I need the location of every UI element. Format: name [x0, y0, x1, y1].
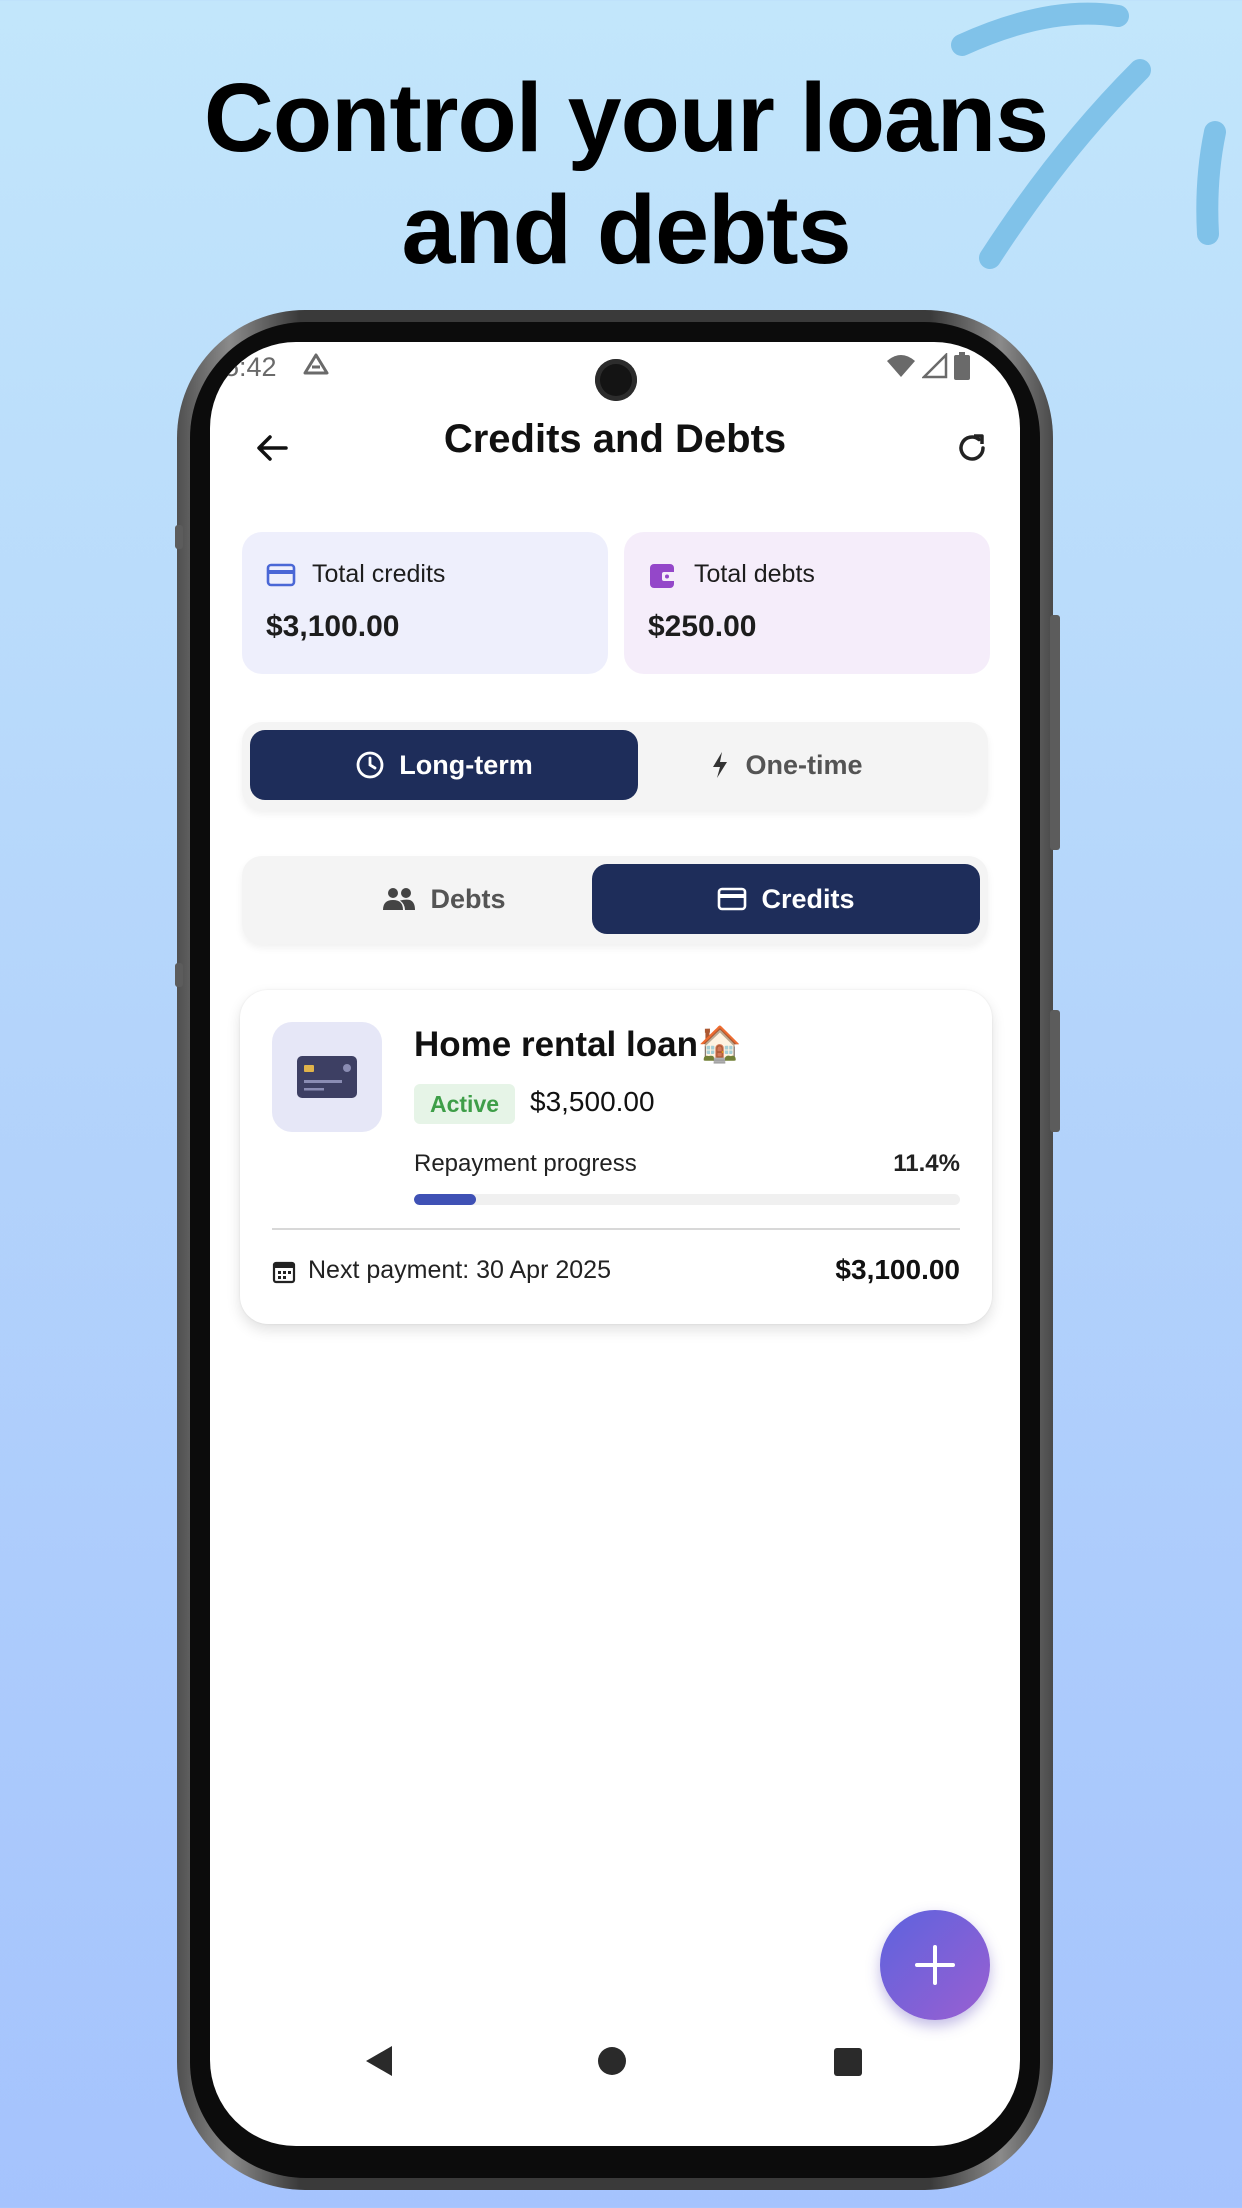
status-badge: Active — [414, 1084, 516, 1124]
term-toggle: Long-term One-time — [242, 722, 988, 810]
side-button-left-1 — [175, 525, 183, 549]
card-divider — [272, 1228, 960, 1230]
tab-one-time-label: One-time — [745, 749, 863, 780]
refresh-icon — [959, 434, 985, 461]
nav-home-icon[interactable] — [598, 2047, 626, 2075]
total-debts-value: $250.00 — [648, 610, 757, 643]
signal-icon — [922, 353, 948, 379]
tab-debts[interactable]: Debts — [250, 864, 638, 934]
wallet-icon — [650, 564, 676, 588]
credit-card-icon — [718, 887, 747, 911]
side-button-left-2 — [175, 963, 183, 987]
clock-icon — [356, 751, 384, 779]
tab-credits[interactable]: Credits — [592, 864, 980, 934]
refresh-button[interactable] — [946, 422, 998, 474]
loan-title: Home rental loan🏠 — [414, 1025, 742, 1064]
next-payment-amount: $3,100.00 — [835, 1254, 960, 1285]
lightning-icon — [713, 752, 728, 778]
headline-line2: and debts — [401, 175, 851, 284]
side-button-power — [1050, 615, 1060, 850]
drive-icon — [302, 352, 330, 383]
tab-credits-label: Credits — [761, 883, 855, 914]
next-payment-label: Next payment: 30 Apr 2025 — [308, 1256, 611, 1284]
total-credits-label: Total credits — [312, 560, 446, 588]
system-nav-bar — [210, 1996, 1020, 2146]
status-time: 5:42 — [224, 352, 277, 382]
total-debts-label: Total debts — [694, 560, 815, 588]
tab-debts-label: Debts — [430, 883, 506, 914]
app-screen: 5:42 Credits and Debts Total credits $3,… — [210, 342, 1020, 2146]
progress-percent: 11.4% — [893, 1150, 960, 1177]
tab-long-term[interactable]: Long-term — [250, 730, 638, 800]
battery-icon — [954, 352, 970, 380]
people-icon — [383, 888, 416, 910]
total-credits-card: Total credits $3,100.00 — [242, 532, 608, 674]
front-camera — [595, 359, 637, 401]
wifi-icon — [887, 355, 915, 377]
loan-card[interactable]: Home rental loan🏠 Active $3,500.00 Repay… — [240, 990, 992, 1324]
loan-amount: $3,500.00 — [530, 1086, 655, 1117]
progress-bar-fill — [414, 1194, 477, 1205]
progress-label: Repayment progress — [414, 1150, 637, 1177]
total-credits-value: $3,100.00 — [266, 610, 400, 643]
nav-back-icon[interactable] — [364, 2044, 394, 2078]
side-button-volume — [1050, 1010, 1060, 1132]
tab-one-time[interactable]: One-time — [592, 730, 980, 800]
promo-headline: Control your loans and debts — [0, 62, 1242, 286]
plus-icon — [915, 1945, 955, 1985]
type-toggle: Debts Credits — [242, 856, 988, 944]
status-icons — [886, 352, 970, 380]
bank-card-icon — [297, 1056, 357, 1098]
loan-thumbnail — [272, 1022, 382, 1132]
tab-long-term-label: Long-term — [399, 749, 533, 780]
total-debts-card: Total debts $250.00 — [624, 532, 990, 674]
page-title: Credits and Debts — [443, 417, 787, 461]
calendar-icon — [272, 1261, 296, 1284]
progress-bar — [414, 1194, 960, 1205]
credit-card-icon — [266, 563, 296, 587]
nav-recents-icon[interactable] — [834, 2048, 862, 2076]
headline-line1: Control your loans — [203, 63, 1049, 172]
